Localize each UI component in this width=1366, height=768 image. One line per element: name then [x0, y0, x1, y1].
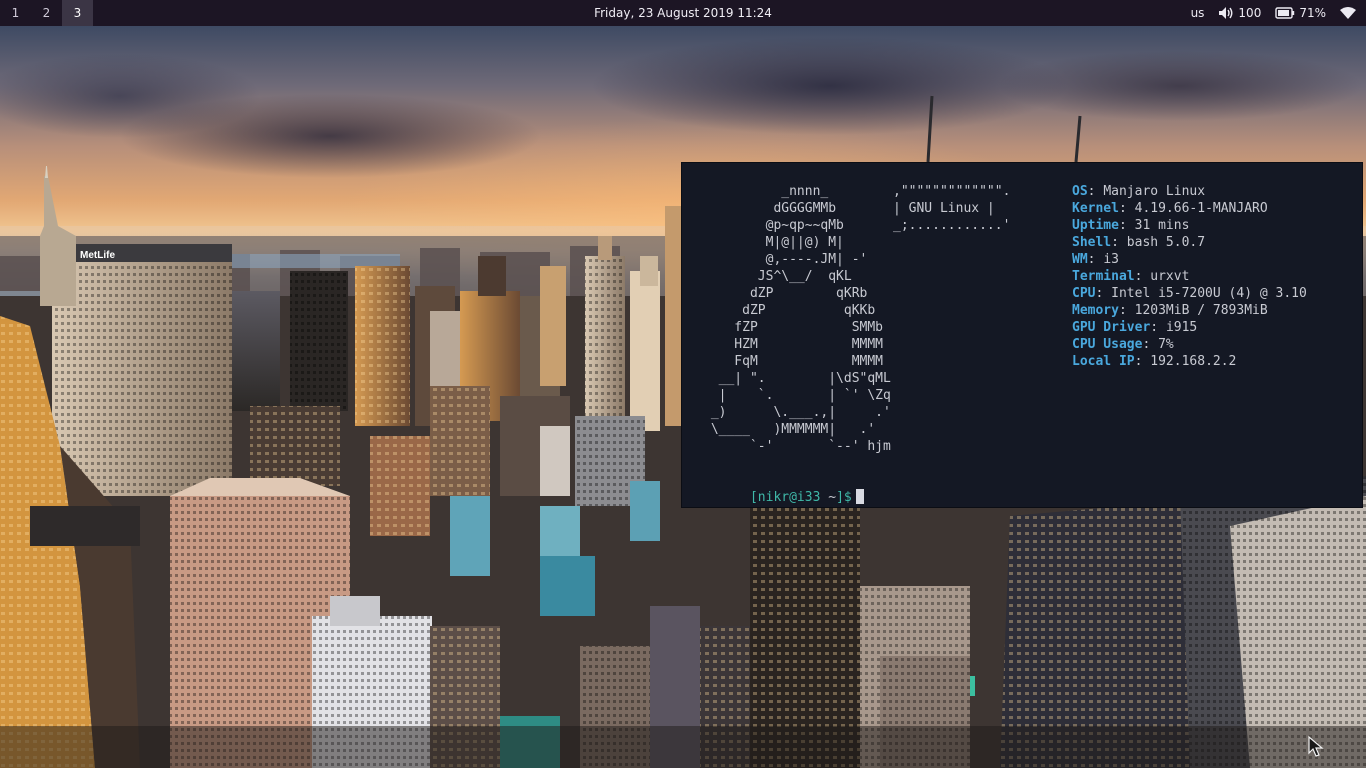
info-value: 7% — [1158, 337, 1174, 352]
workspace-1[interactable]: 1 — [0, 0, 31, 26]
keyboard-layout-label: us — [1190, 6, 1205, 20]
metlife-building: MetLife — [52, 244, 232, 496]
info-sep: : — [1111, 235, 1127, 250]
volume-level: 100 — [1238, 6, 1262, 20]
info-key: Local IP — [1072, 354, 1135, 369]
text-cursor — [855, 489, 864, 504]
info-row-shell: Shell: bash 5.0.7 — [1072, 234, 1307, 251]
info-key: WM — [1072, 252, 1088, 267]
workspace-2[interactable]: 2 — [31, 0, 62, 26]
info-value: 1203MiB / 7893MiB — [1134, 303, 1268, 318]
workspace-switcher: 1 2 3 — [0, 0, 93, 26]
battery-level: 71% — [1299, 6, 1326, 20]
info-value: 31 mins — [1134, 218, 1190, 233]
info-value: Intel i5-7200U (4) @ 3.10 — [1111, 286, 1307, 301]
info-key: Kernel — [1072, 201, 1119, 216]
info-sep: : — [1095, 286, 1112, 301]
info-row-cpu-usage: CPU Usage: 7% — [1072, 336, 1307, 353]
info-row-gpu-driver: GPU Driver: i915 — [1072, 319, 1307, 336]
info-key: OS — [1072, 184, 1088, 199]
info-sep: : — [1134, 354, 1151, 369]
info-row-kernel: Kernel: 4.19.66-1-MANJARO — [1072, 200, 1307, 217]
info-value: i3 — [1103, 252, 1119, 267]
info-key: Memory — [1072, 303, 1119, 318]
info-sep: : — [1118, 201, 1135, 216]
info-row-os: OS: Manjaro Linux — [1072, 183, 1307, 200]
system-tray: us 100 71% — [1177, 0, 1360, 26]
info-row-cpu: CPU: Intel i5-7200U (4) @ 3.10 — [1072, 285, 1307, 302]
info-value: Manjaro Linux — [1103, 184, 1206, 199]
info-key: Terminal — [1072, 269, 1135, 284]
battery-indicator[interactable]: 71% — [1275, 6, 1326, 20]
volume-control[interactable]: 100 — [1218, 6, 1261, 20]
prompt-end: ]$ — [836, 490, 852, 505]
battery-icon — [1275, 7, 1299, 19]
svg-text:MetLife: MetLife — [80, 250, 115, 261]
info-key: Uptime — [1072, 218, 1119, 233]
info-value: bash 5.0.7 — [1126, 235, 1206, 250]
desktop: MetLife 1 2 3 Friday, 23 August 2019 11:… — [0, 0, 1366, 768]
wifi-indicator[interactable] — [1340, 7, 1360, 19]
keyboard-layout[interactable]: us — [1191, 6, 1205, 20]
info-row-terminal: Terminal: urxvt — [1072, 268, 1307, 285]
volume-icon — [1218, 6, 1238, 20]
info-sep: : — [1134, 269, 1151, 284]
clock-area: Friday, 23 August 2019 11:24 — [0, 0, 1366, 26]
info-value: 192.168.2.2 — [1150, 354, 1237, 369]
info-sep: : — [1118, 218, 1135, 233]
tux-ascii-art: _nnnn_ dGGGGMMb @p~qp~~qMb M|@||@) M| @,… — [710, 184, 891, 454]
workspace-3[interactable]: 3 — [62, 0, 93, 26]
info-row-uptime: Uptime: 31 mins — [1072, 217, 1307, 234]
shell-prompt[interactable]: [nikr@i33 ~]$ — [703, 472, 864, 523]
info-key: Shell — [1072, 235, 1112, 250]
info-value: i915 — [1165, 320, 1198, 335]
info-sep: : — [1087, 252, 1104, 267]
info-row-memory: Memory: 1203MiB / 7893MiB — [1072, 302, 1307, 319]
prompt-dir: ~ — [820, 490, 837, 505]
info-key: CPU — [1072, 286, 1096, 301]
gnu-linux-banner: ,""""""""""""". | GNU Linux | _;........… — [893, 184, 1011, 233]
info-value: 4.19.66-1-MANJARO — [1134, 201, 1268, 216]
info-sep: : — [1118, 303, 1135, 318]
info-sep: : — [1087, 184, 1104, 199]
info-key: CPU Usage — [1072, 337, 1143, 352]
info-key: GPU Driver — [1072, 320, 1151, 335]
prompt-user-host: [nikr@i33 — [749, 490, 821, 505]
datetime[interactable]: Friday, 23 August 2019 11:24 — [594, 6, 772, 20]
info-sep: : — [1142, 337, 1159, 352]
system-info-list: OS: Manjaro Linux Kernel: 4.19.66-1-MANJ… — [1072, 183, 1307, 370]
terminal-window[interactable]: _nnnn_ dGGGGMMb @p~qp~~qMb M|@||@) M| @,… — [681, 162, 1363, 508]
info-sep: : — [1150, 320, 1166, 335]
top-bar: 1 2 3 Friday, 23 August 2019 11:24 us 10… — [0, 0, 1366, 26]
info-value: urxvt — [1150, 269, 1190, 284]
wifi-icon — [1340, 7, 1360, 19]
mouse-pointer-icon — [1307, 735, 1325, 763]
info-row-wm: WM: i3 — [1072, 251, 1307, 268]
info-row-local-ip: Local IP: 192.168.2.2 — [1072, 353, 1307, 370]
